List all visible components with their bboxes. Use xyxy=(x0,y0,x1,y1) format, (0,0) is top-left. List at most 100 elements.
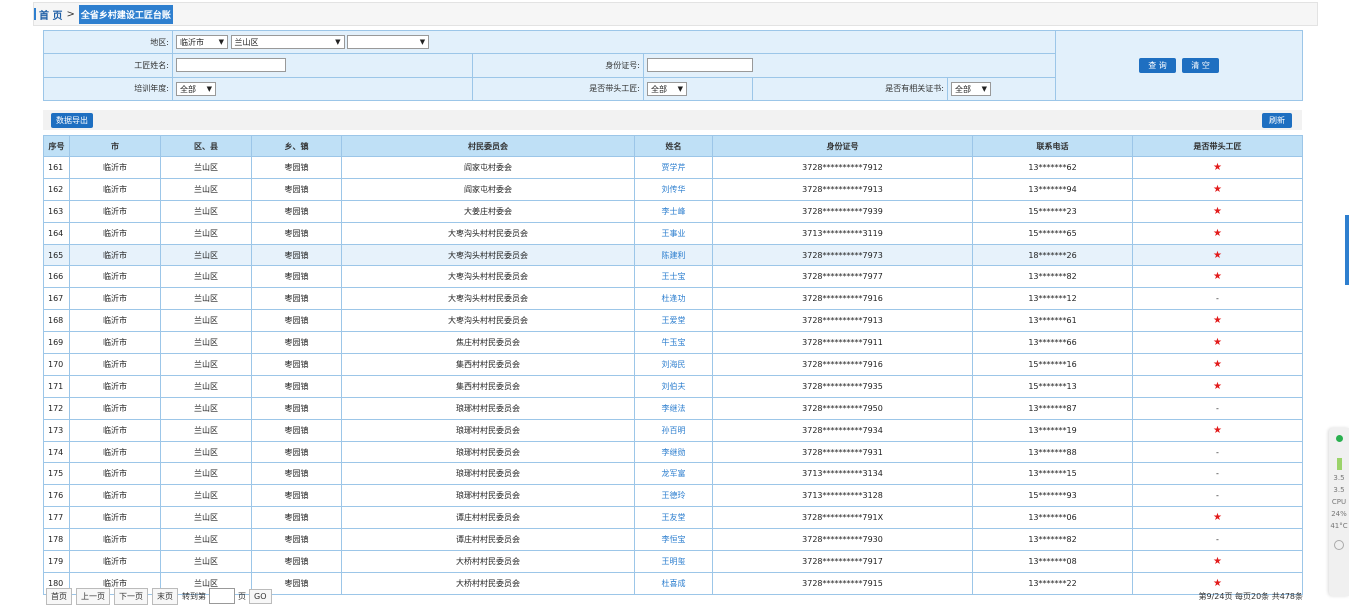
name-link[interactable]: 王士宝 xyxy=(634,265,713,289)
town-select[interactable]: ▼ xyxy=(347,35,430,50)
district-select[interactable]: 兰山区 ▼ xyxy=(230,35,345,50)
name-link[interactable]: 李士峰 xyxy=(634,199,713,223)
go-button[interactable]: GO xyxy=(249,588,272,604)
column-header: 市 xyxy=(69,135,161,157)
certificate-select[interactable]: 全部 ▼ xyxy=(951,81,991,96)
id-number-cell: 3728**********7950 xyxy=(712,396,973,420)
row-number: 164 xyxy=(43,221,70,245)
row-number: 178 xyxy=(43,528,70,552)
village-cell: 大枣沟头村村民委员会 xyxy=(341,265,635,289)
chevron-down-icon: ▼ xyxy=(419,38,426,47)
village-cell: 大桥村村民委员会 xyxy=(341,550,635,573)
star-icon: ★ xyxy=(1213,249,1222,261)
city-cell: 临沂市 xyxy=(69,462,161,486)
leader-cell: ★ xyxy=(1132,243,1303,267)
page-unit-label: 页 xyxy=(238,591,246,601)
name-link[interactable]: 杜喜成 xyxy=(634,571,713,595)
last-page-button[interactable]: 末页 xyxy=(152,587,178,605)
query-button[interactable]: 查 询 xyxy=(1139,58,1176,73)
phone-cell: 15*******23 xyxy=(972,199,1133,223)
goto-page-input[interactable] xyxy=(209,588,235,604)
name-link[interactable]: 刘伯夫 xyxy=(634,374,713,398)
name-link[interactable]: 李继法 xyxy=(634,396,713,420)
prev-page-button[interactable]: 上一页 xyxy=(76,587,110,605)
id-number-cell: 3728**********7911 xyxy=(712,331,973,355)
name-link[interactable]: 陈建利 xyxy=(634,243,713,267)
side-tab[interactable] xyxy=(1345,215,1349,285)
training-year-select[interactable]: 全部 ▼ xyxy=(176,81,216,96)
row-number: 168 xyxy=(43,309,70,333)
town-cell: 枣园镇 xyxy=(251,440,342,464)
city-cell: 临沂市 xyxy=(69,418,161,442)
metric-value-2: 3.5 xyxy=(1333,486,1345,494)
column-header: 序号 xyxy=(43,135,70,157)
table-row: 169 临沂市 兰山区 枣园镇 焦庄村村民委员会 牛玉宝 3728**********791… xyxy=(43,331,1303,355)
name-link[interactable]: 王明玺 xyxy=(634,550,713,573)
id-number-cell: 3728**********7913 xyxy=(712,309,973,333)
first-page-button[interactable]: 首页 xyxy=(46,587,72,605)
dash-text: - xyxy=(1216,294,1219,304)
city-cell: 临沂市 xyxy=(69,484,161,508)
row-number: 176 xyxy=(43,484,70,508)
breadcrumb-home-link[interactable]: 首 页 xyxy=(39,7,62,22)
region-label: 地区: xyxy=(43,29,173,55)
town-cell: 枣园镇 xyxy=(251,418,342,442)
phone-cell: 15*******65 xyxy=(972,221,1133,245)
town-cell: 枣园镇 xyxy=(251,265,342,289)
star-icon: ★ xyxy=(1213,227,1222,239)
leader-cell: ★ xyxy=(1132,353,1303,376)
name-link[interactable]: 贾学芹 xyxy=(634,156,713,179)
table-row: 163 临沂市 兰山区 枣园镇 大姜庄村委会 李士峰 3728**********7939 1… xyxy=(43,199,1303,223)
name-link[interactable]: 王友堂 xyxy=(634,506,713,530)
export-button[interactable]: 数据导出 xyxy=(51,113,93,128)
id-number-cell: 3728**********7935 xyxy=(712,374,973,398)
village-cell: 琅琊村村民委员会 xyxy=(341,462,635,486)
id-number-label: 身份证号: xyxy=(472,53,644,78)
leader-cell: ★ xyxy=(1132,309,1303,333)
city-cell: 临沂市 xyxy=(69,221,161,245)
name-link[interactable]: 王爱堂 xyxy=(634,309,713,333)
town-cell: 枣园镇 xyxy=(251,396,342,420)
county-cell: 兰山区 xyxy=(160,484,252,508)
name-link[interactable]: 龙军富 xyxy=(634,462,713,486)
name-link[interactable]: 王事业 xyxy=(634,221,713,245)
town-cell: 枣园镇 xyxy=(251,199,342,223)
phone-cell: 13*******06 xyxy=(972,506,1133,530)
leader-cell: ★ xyxy=(1132,550,1303,573)
name-link[interactable]: 李恒宝 xyxy=(634,528,713,552)
name-link[interactable]: 牛玉宝 xyxy=(634,331,713,355)
system-monitor-widget[interactable]: 3.5 3.5 CPU 24% 41°C xyxy=(1329,428,1349,596)
clear-button[interactable]: 清 空 xyxy=(1182,58,1219,73)
county-cell: 兰山区 xyxy=(160,331,252,355)
city-cell: 临沂市 xyxy=(69,396,161,420)
chevron-down-icon: ▼ xyxy=(335,38,341,47)
village-cell: 阎家屯村委会 xyxy=(341,156,635,179)
county-cell: 兰山区 xyxy=(160,177,252,201)
city-select[interactable]: 临沂市 ▼ xyxy=(176,35,228,50)
id-number-input[interactable] xyxy=(647,58,753,73)
leader-select[interactable]: 全部 ▼ xyxy=(647,81,687,96)
row-number: 167 xyxy=(43,287,70,311)
name-link[interactable]: 杜逢功 xyxy=(634,287,713,311)
village-cell: 谭庄村村民委员会 xyxy=(341,528,635,552)
row-number: 171 xyxy=(43,374,70,398)
refresh-button[interactable]: 刷新 xyxy=(1262,113,1292,128)
county-cell: 兰山区 xyxy=(160,462,252,486)
id-number-cell: 3728**********7934 xyxy=(712,418,973,442)
name-link[interactable]: 李继勋 xyxy=(634,440,713,464)
city-cell: 临沂市 xyxy=(69,374,161,398)
row-number: 162 xyxy=(43,177,70,201)
craftsman-name-input[interactable] xyxy=(176,58,286,73)
name-link[interactable]: 孙百明 xyxy=(634,418,713,442)
next-page-button[interactable]: 下一页 xyxy=(114,587,148,605)
name-link[interactable]: 刘传华 xyxy=(634,177,713,201)
dash-text: - xyxy=(1216,447,1219,457)
breadcrumb: 首 页 > 全省乡村建设工匠台账 xyxy=(33,2,1318,26)
row-number: 165 xyxy=(43,243,70,267)
village-cell: 大姜庄村委会 xyxy=(341,199,635,223)
city-cell: 临沂市 xyxy=(69,177,161,201)
name-link[interactable]: 刘海民 xyxy=(634,353,713,376)
town-cell: 枣园镇 xyxy=(251,374,342,398)
name-link[interactable]: 王德玲 xyxy=(634,484,713,508)
id-number-cell: 3728**********7939 xyxy=(712,199,973,223)
